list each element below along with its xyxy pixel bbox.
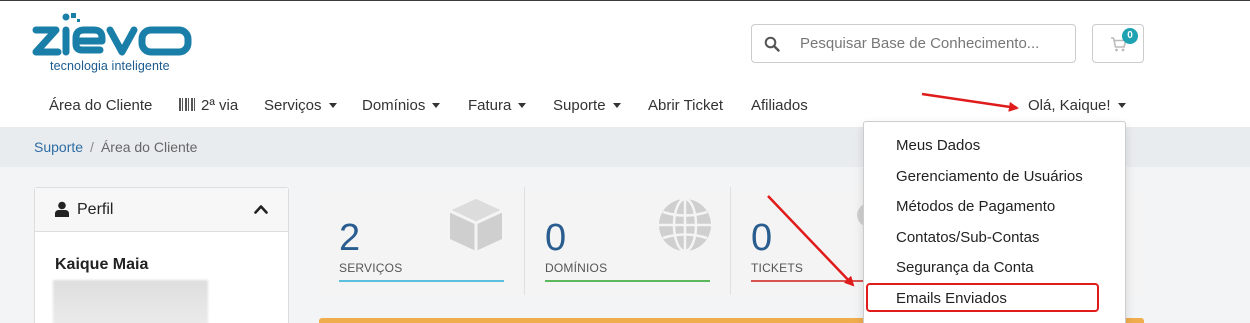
brand-tagline: tecnologia inteligente xyxy=(50,59,170,73)
stat-label: SERVIÇOS xyxy=(339,261,403,275)
blurred-address xyxy=(53,280,208,323)
caret-down-icon xyxy=(1117,103,1126,108)
stat-underline xyxy=(545,280,710,282)
stat-value: 2 xyxy=(339,217,361,259)
knowledgebase-search[interactable] xyxy=(751,24,1076,63)
menu-item-payment-methods[interactable]: Métodos de Pagamento xyxy=(896,198,1055,215)
cart-count-badge: 0 xyxy=(1122,28,1138,44)
stat-label: DOMÍNIOS xyxy=(545,261,608,275)
breadcrumb-current: Área do Cliente xyxy=(100,139,198,155)
user-greeting: Olá, Kaique! xyxy=(1028,97,1111,114)
nav-label: Domínios xyxy=(362,97,426,114)
caret-down-icon xyxy=(518,103,527,108)
nav-label: Serviços xyxy=(264,97,322,114)
caret-down-icon xyxy=(432,103,441,108)
nav-second-copy[interactable]: 2ª via xyxy=(179,97,238,114)
profile-panel-title: Perfil xyxy=(77,201,114,218)
user-icon xyxy=(55,201,69,217)
stat-tile-domains[interactable]: 0 DOMÍNIOS xyxy=(525,187,731,295)
stat-underline xyxy=(339,280,504,282)
stat-value: 0 xyxy=(545,217,567,259)
nav-label: Suporte xyxy=(553,97,606,114)
menu-item-my-data[interactable]: Meus Dados xyxy=(896,137,980,154)
cart-button[interactable]: 0 xyxy=(1092,24,1144,63)
stat-value: 0 xyxy=(751,217,773,259)
nav-client-area[interactable]: Área do Cliente xyxy=(49,97,152,114)
globe-icon xyxy=(659,197,711,253)
search-input[interactable] xyxy=(800,25,1070,62)
top-border xyxy=(0,0,1250,1)
menu-item-account-security[interactable]: Segurança da Conta xyxy=(896,259,1034,276)
caret-down-icon xyxy=(328,103,337,108)
breadcrumb-separator: / xyxy=(90,139,94,155)
annotation-highlight-box xyxy=(866,283,1099,312)
caret-down-icon xyxy=(612,103,621,108)
nav-domains[interactable]: Domínios xyxy=(362,97,441,114)
chevron-up-icon[interactable] xyxy=(254,204,268,214)
profile-name: Kaique Maia xyxy=(55,256,149,273)
user-menu-toggle[interactable]: Olá, Kaique! xyxy=(1028,97,1126,114)
nav-label: Área do Cliente xyxy=(49,97,153,114)
search-icon xyxy=(764,36,780,52)
barcode-icon xyxy=(179,98,195,111)
breadcrumb-link-support[interactable]: Suporte xyxy=(34,139,83,155)
nav-services[interactable]: Serviços xyxy=(264,97,337,114)
nav-label: 2ª via xyxy=(201,97,239,114)
cube-icon xyxy=(449,199,503,251)
nav-label: Abrir Ticket xyxy=(648,97,724,114)
profile-panel: Perfil Kaique Maia xyxy=(34,187,289,323)
nav-support[interactable]: Suporte xyxy=(553,97,621,114)
nav-label: Afiliados xyxy=(751,97,808,114)
menu-item-user-management[interactable]: Gerenciamento de Usuários xyxy=(896,168,1083,185)
nav-open-ticket[interactable]: Abrir Ticket xyxy=(648,97,723,114)
nav-label: Fatura xyxy=(468,97,512,114)
menu-item-contacts[interactable]: Contatos/Sub-Contas xyxy=(896,229,1039,246)
nav-affiliates[interactable]: Afiliados xyxy=(751,97,808,114)
stat-tile-services[interactable]: 2 SERVIÇOS xyxy=(319,187,525,295)
nav-invoice[interactable]: Fatura xyxy=(468,97,527,114)
profile-panel-header[interactable]: Perfil xyxy=(35,188,288,232)
breadcrumb: Suporte / Área do Cliente xyxy=(34,139,197,155)
stat-label: TICKETS xyxy=(751,261,804,275)
